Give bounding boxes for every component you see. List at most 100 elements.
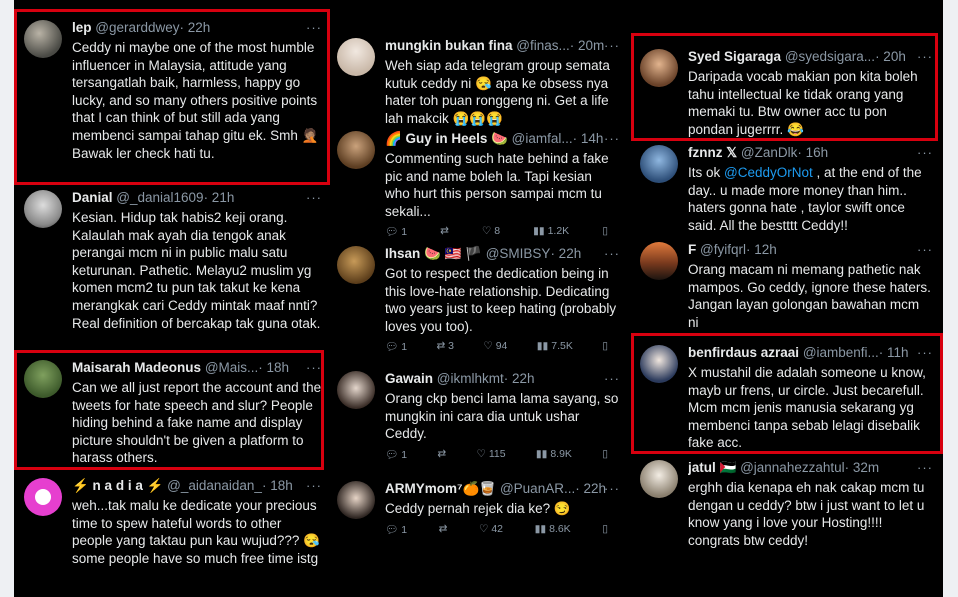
author-name[interactable]: 🌈 Guy in Heels 🍉 (385, 131, 508, 146)
avatar[interactable] (640, 49, 678, 87)
like-button[interactable]: ♡ 8 (482, 225, 500, 238)
like-button[interactable]: ♡ 115 (476, 448, 505, 461)
tweet-time: · 16h (797, 145, 829, 160)
author-handle[interactable]: @_aidanaidan_ (167, 478, 262, 493)
tweet-time: · 22h (179, 20, 211, 35)
bookmark-icon[interactable]: ▯ (602, 340, 608, 353)
avatar[interactable] (337, 38, 375, 76)
author-name[interactable]: Maisarah Madeonus (72, 360, 201, 375)
avatar[interactable] (24, 360, 62, 398)
more-icon[interactable]: ··· (917, 459, 933, 477)
tweet-text: Daripada vocab makian pon kita boleh tah… (688, 69, 918, 137)
mention-link[interactable]: @CeddyOrNot (724, 165, 813, 180)
like-button[interactable]: ♡ 94 (483, 340, 507, 353)
author-name[interactable]: F (688, 242, 696, 257)
reply-button[interactable]: 💬︎ 1 (385, 523, 407, 536)
column-middle: mungkin bukan fina @finas...· 20m ··· Weh… (327, 0, 630, 597)
author-name[interactable]: Danial (72, 190, 113, 205)
views-button[interactable]: ▮▮ 1.2K (533, 225, 569, 238)
tweet-actions: 💬︎ 1 ⇄ 3 ♡ 94 ▮▮ 7.5K ▯ (385, 340, 608, 353)
tweet-time: · 32m (844, 460, 880, 475)
views-button[interactable]: ▮▮ 8.6K (535, 523, 571, 536)
more-icon[interactable]: ··· (604, 370, 620, 388)
author-handle[interactable]: @PuanAR... (500, 481, 575, 496)
tweet-time: · 22h (550, 246, 582, 261)
author-handle[interactable]: @Mais... (205, 360, 258, 375)
author-handle[interactable]: @jannahezzahtul (740, 460, 845, 475)
author-handle[interactable]: @gerarddwey (95, 20, 179, 35)
more-icon[interactable]: ··· (604, 130, 620, 148)
tweet-text: Can we all just report the account and t… (72, 380, 322, 466)
avatar[interactable] (24, 478, 62, 516)
more-icon[interactable]: ··· (604, 37, 620, 55)
tweet-text: Its ok @CeddyOrNot , at the end of the d… (688, 165, 922, 233)
more-icon[interactable]: ··· (604, 245, 620, 263)
avatar[interactable] (337, 371, 375, 409)
retweet-button[interactable]: ⇄ (439, 523, 448, 536)
avatar[interactable] (24, 190, 62, 228)
avatar[interactable] (337, 246, 375, 284)
author-name[interactable]: Gawain (385, 371, 433, 386)
author-handle[interactable]: @ikmlhkmt (437, 371, 504, 386)
tweet-actions: 💬︎ 1 ⇄ ♡ 42 ▮▮ 8.6K ▯ (385, 523, 608, 536)
more-icon[interactable]: ··· (306, 189, 322, 207)
avatar[interactable] (337, 131, 375, 169)
author-name[interactable]: jatul 🇵🇸 (688, 460, 736, 475)
tweet-time: · 21h (203, 190, 235, 205)
author-name[interactable]: benfirdaus azraai (688, 345, 799, 360)
author-handle[interactable]: @finas... (516, 38, 569, 53)
views-button[interactable]: ▮▮ 8.9K (536, 448, 572, 461)
author-handle[interactable]: @fyifqrl (700, 242, 746, 257)
reply-button[interactable]: 💬︎ 1 (385, 448, 407, 461)
more-icon[interactable]: ··· (917, 241, 933, 259)
more-icon[interactable]: ··· (917, 144, 933, 162)
views-button[interactable]: ▮▮ 7.5K (537, 340, 573, 353)
tweet-text: Orang ckp benci lama lama sayang, so mun… (385, 391, 619, 442)
author-name[interactable]: ARMYmom⁷🍊🥃 (385, 481, 496, 496)
column-left: lep @gerarddwey· 22h ··· Ceddy ni maybe o… (14, 0, 332, 597)
author-handle[interactable]: @_danial1609 (116, 190, 203, 205)
author-name[interactable]: lep (72, 20, 92, 35)
reply-button[interactable]: 💬︎ 1 (385, 340, 407, 353)
tweet-actions: 💬︎ 1 ⇄ ♡ 115 ▮▮ 8.9K ▯ (385, 448, 608, 461)
more-icon[interactable]: ··· (306, 359, 322, 377)
tweet-text: Commenting such hate behind a fake pic a… (385, 151, 609, 219)
tweet-text: Weh siap ada telegram group semata kutuk… (385, 58, 610, 126)
bookmark-icon[interactable]: ▯ (602, 448, 608, 461)
author-handle[interactable]: @syedsigara... (785, 49, 875, 64)
more-icon[interactable]: ··· (917, 48, 933, 66)
author-name[interactable]: Ihsan 🍉 🇲🇾 🏴 (385, 246, 482, 261)
author-name[interactable]: mungkin bukan fina (385, 38, 513, 53)
avatar[interactable] (640, 460, 678, 498)
tweet-time: · 12h (745, 242, 777, 257)
avatar[interactable] (640, 145, 678, 183)
like-button[interactable]: ♡ 42 (479, 523, 503, 536)
tweet-text: Ceddy ni maybe one of the most humble in… (72, 40, 319, 161)
author-handle[interactable]: @ZanDlk (741, 145, 797, 160)
author-handle[interactable]: @iamfal... (512, 131, 573, 146)
bookmark-icon[interactable]: ▯ (602, 523, 608, 536)
reply-button[interactable]: 💬︎ 1 (385, 225, 407, 238)
author-name[interactable]: fznnz 𝕏 (688, 145, 737, 160)
avatar[interactable] (640, 242, 678, 280)
author-handle[interactable]: @iamben­fi... (803, 345, 879, 360)
more-icon[interactable]: ··· (306, 477, 322, 495)
author-name[interactable]: ⚡ n a d i a ⚡ (72, 478, 163, 493)
tweet-time: · 14h (572, 131, 604, 146)
retweet-button[interactable]: ⇄ (440, 225, 449, 238)
avatar[interactable] (24, 20, 62, 58)
more-icon[interactable]: ··· (306, 19, 322, 37)
author-name[interactable]: Syed Sigaraga (688, 49, 781, 64)
avatar[interactable] (640, 345, 678, 383)
retweet-button[interactable]: ⇄ (437, 448, 446, 461)
tweet-time: · 20h (875, 49, 906, 64)
avatar[interactable] (337, 481, 375, 519)
tweet-text: erghh dia kenapa eh nak cakap mcm tu den… (688, 480, 925, 548)
more-icon[interactable]: ··· (604, 480, 620, 498)
retweet-button[interactable]: ⇄ 3 (436, 340, 454, 353)
author-handle[interactable]: @SMIBSY (486, 246, 551, 261)
tweet-text: Kesian. Hidup tak habis2 keji orang. Kal… (72, 210, 321, 331)
tweet-text: Ceddy pernah rejek dia ke? 😏 (385, 501, 571, 516)
more-icon[interactable]: ··· (917, 344, 933, 362)
bookmark-icon[interactable]: ▯ (602, 225, 608, 238)
